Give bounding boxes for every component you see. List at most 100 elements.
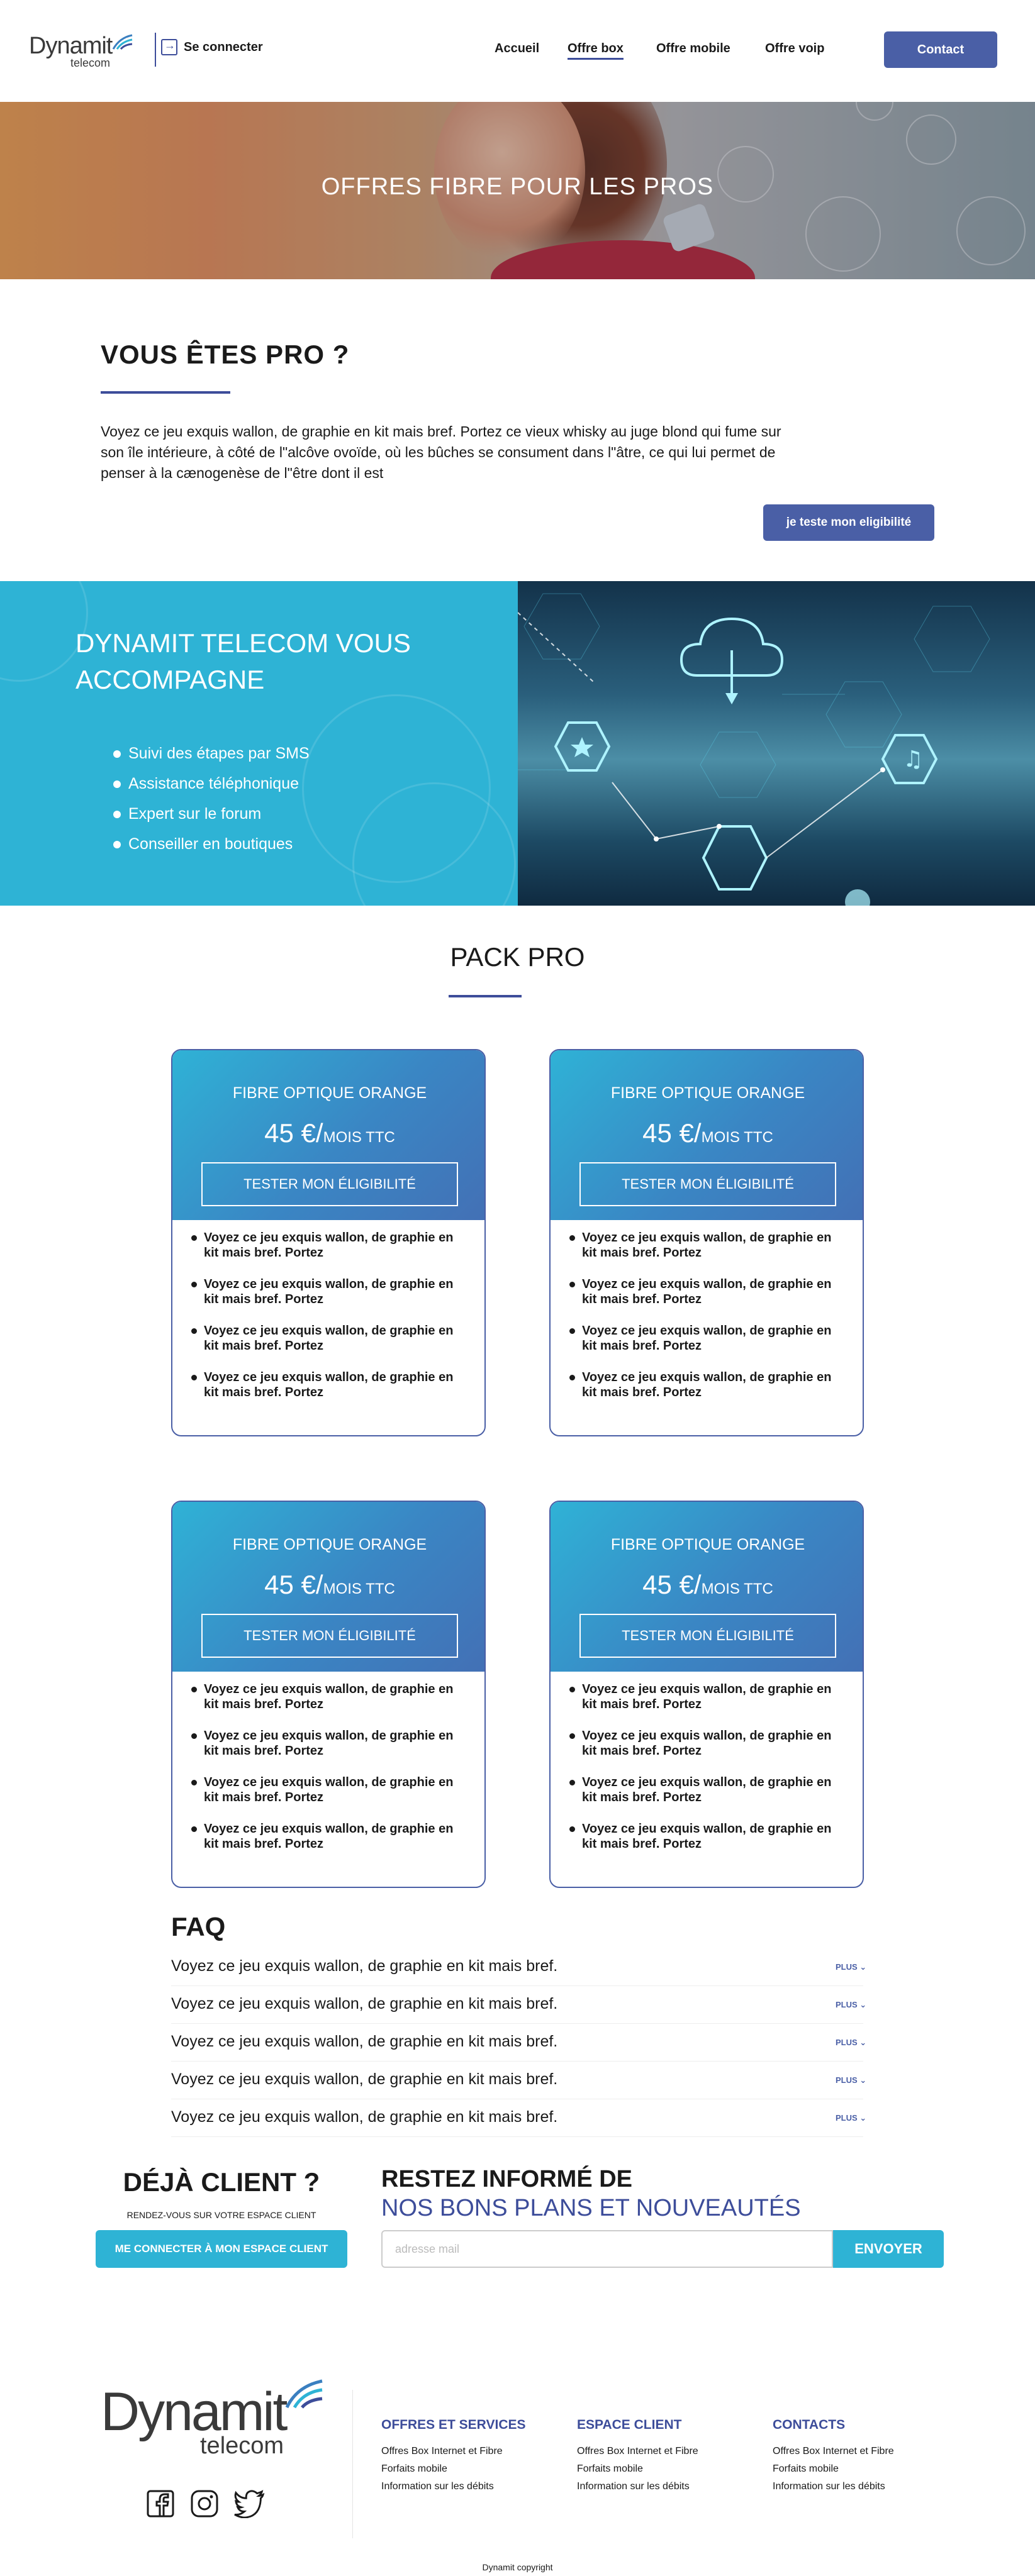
footer-link[interactable]: Information sur les débits: [381, 2478, 526, 2496]
faq-expand-toggle[interactable]: PLUS ⌄: [836, 2113, 866, 2123]
offer-card: FIBRE OPTIQUE ORANGE 45 €/MOIS TTC TESTE…: [549, 1049, 864, 1436]
offer-price: 45 €/MOIS TTC: [551, 1570, 863, 1600]
test-eligibility-button[interactable]: TESTER MON ÉLIGIBILITÉ: [579, 1162, 836, 1206]
footer-column-title: OFFRES ET SERVICES: [381, 2418, 526, 2432]
newsletter-title: RESTEZ INFORMÉ DE: [381, 2166, 633, 2192]
faq-item[interactable]: Voyez ce jeu exquis wallon, de graphie e…: [171, 2025, 866, 2062]
faq-question: Voyez ce jeu exquis wallon, de graphie e…: [171, 1957, 558, 1975]
faq-question: Voyez ce jeu exquis wallon, de graphie e…: [171, 1995, 558, 2012]
nav-offre-mobile[interactable]: Offre mobile: [656, 42, 730, 56]
price-amount: 45 €/: [264, 1118, 323, 1148]
faq-item[interactable]: Voyez ce jeu exquis wallon, de graphie e…: [171, 2101, 866, 2137]
nav-accueil[interactable]: Accueil: [495, 42, 539, 56]
faq-expand-label: PLUS: [836, 2000, 858, 2009]
chevron-down-icon: ⌄: [859, 2075, 867, 2085]
offer-feature: Voyez ce jeu exquis wallon, de graphie e…: [569, 1230, 846, 1260]
offer-title: FIBRE OPTIQUE ORANGE: [232, 1536, 427, 1553]
logo-subtitle: telecom: [200, 2433, 284, 2459]
faq-expand-label: PLUS: [836, 2113, 858, 2123]
offer-price: 45 €/MOIS TTC: [172, 1570, 484, 1600]
client-subtitle: RENDEZ-VOUS SUR VOTRE ESPACE CLIENT: [126, 2210, 316, 2220]
faq-expand-label: PLUS: [836, 2075, 858, 2085]
offer-features: Voyez ce jeu exquis wallon, de graphie e…: [191, 1682, 468, 1868]
footer-link[interactable]: Information sur les débits: [773, 2478, 894, 2496]
accompagne-item: Suivi des étapes par SMS: [113, 738, 310, 769]
price-amount: 45 €/: [642, 1118, 702, 1148]
footer-link[interactable]: Information sur les débits: [577, 2478, 698, 2496]
footer-link[interactable]: Forfaits mobile: [773, 2460, 894, 2478]
offer-feature: Voyez ce jeu exquis wallon, de graphie e…: [569, 1821, 846, 1852]
hero-banner: OFFRES FIBRE POUR LES PROS: [0, 102, 1035, 279]
contact-button[interactable]: Contact: [884, 31, 997, 68]
twitter-icon[interactable]: [234, 2488, 266, 2519]
footer-link[interactable]: Forfaits mobile: [381, 2460, 526, 2478]
price-amount: 45 €/: [642, 1570, 702, 1599]
footer-link[interactable]: Forfaits mobile: [577, 2460, 698, 2478]
network-graphic: ♫: [518, 593, 990, 906]
login-link[interactable]: Se connecter: [161, 39, 263, 55]
accompagne-title: DYNAMIT TELECOM VOUS ACCOMPAGNE: [76, 628, 411, 694]
faq-expand-toggle[interactable]: PLUS ⌄: [836, 2038, 866, 2048]
footer-column-title: ESPACE CLIENT: [577, 2418, 682, 2432]
footer-link[interactable]: Offres Box Internet et Fibre: [773, 2443, 894, 2460]
newsletter-subtitle: NOS BONS PLANS ET NOUVEAUTÉS: [381, 2195, 801, 2221]
faq-question: Voyez ce jeu exquis wallon, de graphie e…: [171, 2033, 558, 2050]
accompagne-panel: DYNAMIT TELECOM VOUS ACCOMPAGNE Suivi de…: [0, 581, 518, 906]
pack-pro-title: PACK PRO: [450, 942, 585, 972]
test-eligibility-button[interactable]: TESTER MON ÉLIGIBILITÉ: [579, 1614, 836, 1658]
nav-offre-voip[interactable]: Offre voip: [765, 42, 824, 56]
email-field[interactable]: adresse mail: [381, 2230, 833, 2268]
footer-column-espace-client: ESPACE CLIENT Offres Box Internet et Fib…: [577, 2418, 698, 2496]
offer-feature: Voyez ce jeu exquis wallon, de graphie e…: [569, 1277, 846, 1307]
signal-waves-icon: [112, 34, 133, 50]
offer-feature: Voyez ce jeu exquis wallon, de graphie e…: [569, 1682, 846, 1712]
eligibility-test-button[interactable]: je teste mon eligibilité: [763, 504, 934, 541]
price-period: MOIS TTC: [323, 1129, 395, 1146]
accompagne-list: Suivi des étapes par SMS Assistance télé…: [113, 738, 310, 859]
signal-waves-icon: [285, 2379, 323, 2409]
footer-divider: [352, 2390, 353, 2538]
footer-column-offres: OFFRES ET SERVICES Offres Box Internet e…: [381, 2418, 526, 2496]
faq-expand-toggle[interactable]: PLUS ⌄: [836, 2000, 866, 2010]
footer-link[interactable]: Offres Box Internet et Fibre: [577, 2443, 698, 2460]
faq-item[interactable]: Voyez ce jeu exquis wallon, de graphie e…: [171, 1987, 866, 2024]
offer-features: Voyez ce jeu exquis wallon, de graphie e…: [569, 1230, 846, 1416]
faq-title: FAQ: [171, 1912, 226, 1941]
offer-card-header: FIBRE OPTIQUE ORANGE 45 €/MOIS TTC TESTE…: [172, 1050, 484, 1220]
offer-feature: Voyez ce jeu exquis wallon, de graphie e…: [191, 1728, 468, 1758]
footer-logo[interactable]: Dynamit telecom: [101, 2372, 327, 2460]
offer-feature: Voyez ce jeu exquis wallon, de graphie e…: [191, 1230, 468, 1260]
offer-card: FIBRE OPTIQUE ORANGE 45 €/MOIS TTC TESTE…: [171, 1049, 486, 1436]
offer-feature: Voyez ce jeu exquis wallon, de graphie e…: [191, 1370, 468, 1400]
title-underline: [101, 391, 230, 394]
svg-text:♫: ♫: [903, 747, 923, 772]
faq-item[interactable]: Voyez ce jeu exquis wallon, de graphie e…: [171, 1950, 866, 1986]
facebook-icon[interactable]: [145, 2488, 176, 2519]
faq-expand-toggle[interactable]: PLUS ⌄: [836, 1962, 866, 1972]
dynamit-logo[interactable]: Dynamit telecom: [29, 29, 136, 73]
offer-feature: Voyez ce jeu exquis wallon, de graphie e…: [191, 1821, 468, 1852]
offer-title: FIBRE OPTIQUE ORANGE: [610, 1536, 805, 1553]
offer-card-header: FIBRE OPTIQUE ORANGE 45 €/MOIS TTC TESTE…: [551, 1050, 863, 1220]
logo-subtitle: telecom: [70, 57, 111, 69]
offer-feature: Voyez ce jeu exquis wallon, de graphie e…: [569, 1370, 846, 1400]
pro-section-text: Voyez ce jeu exquis wallon, de graphie e…: [101, 423, 781, 481]
accompagne-item: Expert sur le forum: [113, 799, 310, 829]
offer-title: FIBRE OPTIQUE ORANGE: [232, 1084, 427, 1102]
newsletter-submit-button[interactable]: ENVOYER: [833, 2230, 944, 2268]
client-login-button[interactable]: ME CONNECTER À MON ESPACE CLIENT: [96, 2230, 347, 2268]
footer-link[interactable]: Offres Box Internet et Fibre: [381, 2443, 526, 2460]
test-eligibility-button[interactable]: TESTER MON ÉLIGIBILITÉ: [201, 1614, 458, 1658]
footer-column-contacts: CONTACTS Offres Box Internet et Fibre Fo…: [773, 2418, 894, 2496]
faq-expand-label: PLUS: [836, 1962, 858, 1972]
chevron-down-icon: ⌄: [859, 2000, 867, 2009]
test-eligibility-button[interactable]: TESTER MON ÉLIGIBILITÉ: [201, 1162, 458, 1206]
price-period: MOIS TTC: [701, 1580, 773, 1597]
site-header: Dynamit telecom Se connecter Accueil Off…: [0, 0, 1035, 102]
instagram-icon[interactable]: [189, 2488, 220, 2519]
faq-expand-toggle[interactable]: PLUS ⌄: [836, 2075, 866, 2085]
offer-card-header: FIBRE OPTIQUE ORANGE 45 €/MOIS TTC TESTE…: [551, 1502, 863, 1672]
faq-item[interactable]: Voyez ce jeu exquis wallon, de graphie e…: [171, 2063, 866, 2099]
nav-offre-box[interactable]: Offre box: [568, 42, 624, 60]
offer-feature: Voyez ce jeu exquis wallon, de graphie e…: [191, 1682, 468, 1712]
